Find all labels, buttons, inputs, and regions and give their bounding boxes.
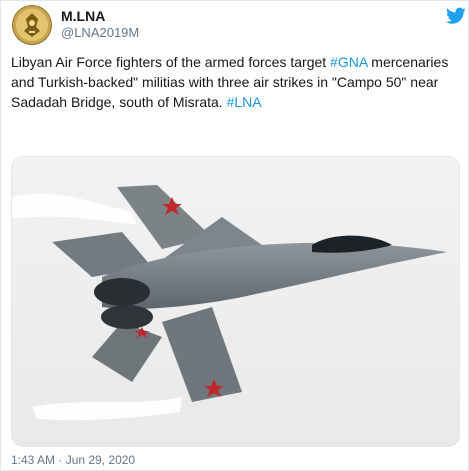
twitter-bird-icon[interactable] bbox=[446, 7, 466, 25]
tweet-card: M.LNA @LNA2019M Libyan Air Force fighter… bbox=[0, 0, 469, 471]
tweet-image[interactable] bbox=[11, 156, 460, 447]
hashtag-lna-link[interactable]: #LNA bbox=[227, 94, 262, 110]
tweet-text: Libyan Air Force fighters of the armed f… bbox=[11, 52, 463, 112]
hashtag-gna-link[interactable]: #GNA bbox=[330, 54, 367, 70]
tweet-timestamp[interactable]: 1:43 AM · Jun 29, 2020 bbox=[11, 452, 135, 468]
lna-emblem-icon bbox=[13, 6, 51, 44]
author-handle[interactable]: @LNA2019M bbox=[61, 25, 139, 41]
fighter-jet-photo bbox=[12, 157, 459, 446]
tweet-text-part1: Libyan Air Force fighters of the armed f… bbox=[11, 54, 331, 70]
author-name[interactable]: M.LNA bbox=[61, 7, 105, 25]
avatar[interactable] bbox=[12, 5, 52, 45]
